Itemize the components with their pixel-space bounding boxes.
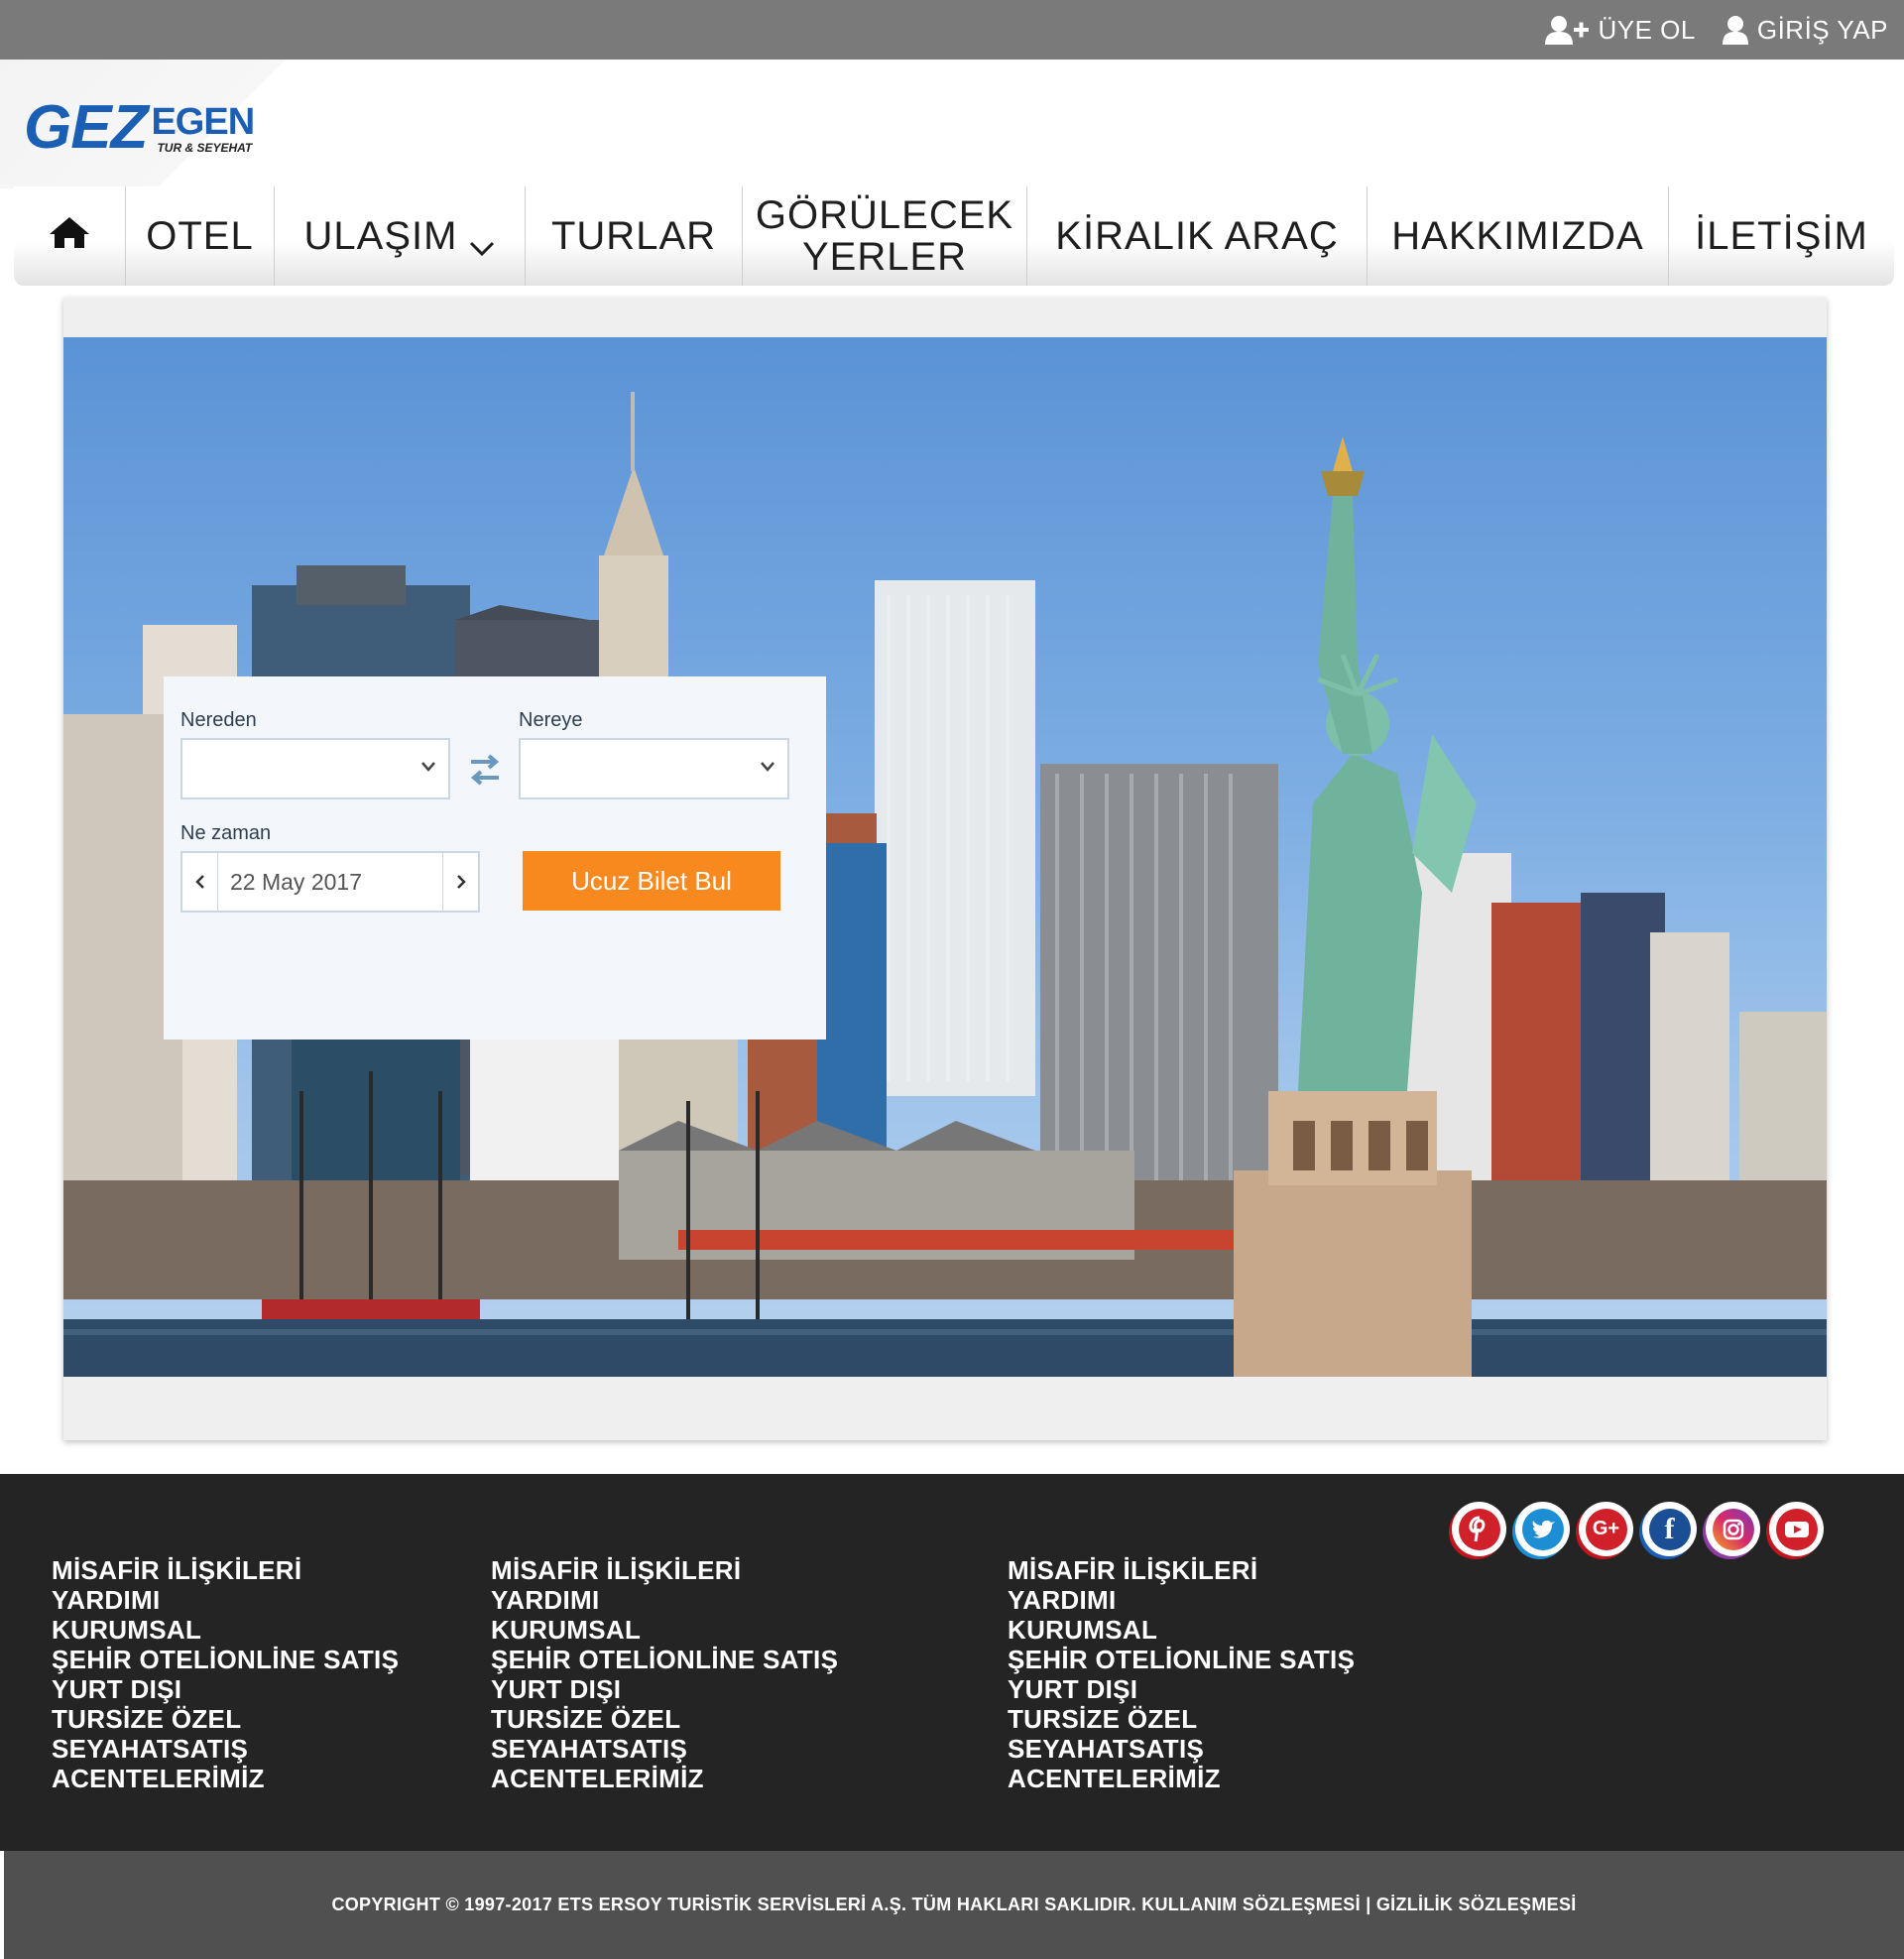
date-picker: 22 May 2017 bbox=[180, 851, 480, 913]
footer-link-guest-relations[interactable]: MİSAFİR İLİŞKİLERİ bbox=[491, 1555, 838, 1585]
youtube-icon bbox=[1775, 1508, 1818, 1550]
chevron-left-icon bbox=[194, 875, 204, 889]
pinterest-icon bbox=[1458, 1508, 1500, 1550]
footer-link-travel-sales[interactable]: SEYAHATSATIŞ bbox=[52, 1734, 399, 1764]
home-icon bbox=[48, 215, 91, 257]
footer-link-abroad[interactable]: YURT DIŞI bbox=[1008, 1674, 1355, 1704]
chevron-right-icon bbox=[456, 875, 466, 889]
nav-otel[interactable]: OTEL bbox=[126, 186, 275, 286]
footer-link-travel-sales[interactable]: SEYAHATSATIŞ bbox=[1008, 1734, 1355, 1764]
site-logo[interactable]: GEZ EGEN TUR & SEYEHAT bbox=[24, 93, 255, 162]
google-plus-link[interactable]: G+ bbox=[1579, 1502, 1633, 1556]
footer-link-guest-relations[interactable]: MİSAFİR İLİŞKİLERİ bbox=[52, 1555, 399, 1585]
footer-link-help[interactable]: YARDIMI bbox=[491, 1585, 838, 1615]
footer-column-1: MİSAFİR İLİŞKİLERİ YARDIMI KURUMSAL ŞEHİ… bbox=[52, 1555, 399, 1793]
to-label: Nereye bbox=[519, 709, 583, 731]
copyright-bar: COPYRIGHT © 1997-2017 ETS ERSOY TURİSTİK… bbox=[4, 1851, 1904, 1959]
footer-link-abroad[interactable]: YURT DIŞI bbox=[491, 1674, 838, 1704]
instagram-icon bbox=[1712, 1508, 1754, 1550]
instagram-link[interactable] bbox=[1706, 1502, 1760, 1556]
account-links: ÜYE OL GİRİŞ YAP bbox=[1544, 0, 1888, 60]
footer-link-tours-special[interactable]: TURSİZE ÖZEL bbox=[491, 1704, 838, 1734]
logo-secondary: EGEN TUR & SEYEHAT bbox=[151, 101, 255, 155]
from-select[interactable] bbox=[180, 738, 450, 799]
nav-kiralik-arac-label: KİRALIK ARAÇ bbox=[1055, 214, 1339, 258]
nav-kiralik-arac[interactable]: KİRALIK ARAÇ bbox=[1027, 186, 1368, 286]
youtube-link[interactable] bbox=[1769, 1502, 1824, 1556]
find-cheap-ticket-button[interactable]: Ucuz Bilet Bul bbox=[523, 851, 780, 911]
twitter-icon bbox=[1521, 1508, 1564, 1550]
copyright-text: COPYRIGHT © 1997-2017 ETS ERSOY TURİSTİK… bbox=[331, 1895, 1577, 1914]
facebook-link[interactable]: f bbox=[1642, 1502, 1697, 1556]
pinterest-link[interactable] bbox=[1452, 1502, 1506, 1556]
nav-gorulecek-yerler[interactable]: GÖRÜLECEK YERLER bbox=[743, 186, 1027, 286]
nav-turlar-label: TURLAR bbox=[550, 214, 717, 258]
nav-hakkimizda-label: HAKKIMIZDA bbox=[1391, 214, 1644, 258]
footer-link-help[interactable]: YARDIMI bbox=[1008, 1585, 1355, 1615]
to-select[interactable] bbox=[519, 738, 789, 799]
footer-link-city-hotel-online-sales[interactable]: ŞEHİR OTELİONLİNE SATIŞ bbox=[52, 1645, 399, 1674]
from-label: Nereden bbox=[180, 709, 257, 731]
footer-link-agencies[interactable]: ACENTELERİMİZ bbox=[52, 1764, 399, 1793]
chevron-down-icon bbox=[760, 760, 775, 778]
top-bar: ÜYE OL GİRİŞ YAP bbox=[0, 0, 1904, 60]
footer-link-corporate[interactable]: KURUMSAL bbox=[491, 1615, 838, 1645]
nav-turlar[interactable]: TURLAR bbox=[526, 186, 743, 286]
footer-column-2: MİSAFİR İLİŞKİLERİ YARDIMI KURUMSAL ŞEHİ… bbox=[491, 1555, 838, 1793]
date-value[interactable]: 22 May 2017 bbox=[230, 869, 362, 896]
register-link[interactable]: ÜYE OL bbox=[1544, 15, 1695, 46]
chevron-down-icon bbox=[420, 760, 436, 778]
footer-link-help[interactable]: YARDIMI bbox=[52, 1585, 399, 1615]
nav-otel-label: OTEL bbox=[146, 214, 254, 258]
logo-tagline: TUR & SEYEHAT bbox=[157, 141, 253, 155]
footer-link-travel-sales[interactable]: SEYAHATSATIŞ bbox=[491, 1734, 838, 1764]
nav-hakkimizda[interactable]: HAKKIMIZDA bbox=[1368, 186, 1669, 286]
logo-main-text: GEZ bbox=[24, 93, 148, 162]
footer-link-tours-special[interactable]: TURSİZE ÖZEL bbox=[1008, 1704, 1355, 1734]
footer-link-city-hotel-online-sales[interactable]: ŞEHİR OTELİONLİNE SATIŞ bbox=[491, 1645, 838, 1674]
twitter-link[interactable] bbox=[1515, 1502, 1570, 1556]
footer-link-tours-special[interactable]: TURSİZE ÖZEL bbox=[52, 1704, 399, 1734]
footer-link-agencies[interactable]: ACENTELERİMİZ bbox=[491, 1764, 838, 1793]
previous-day-button[interactable] bbox=[182, 853, 218, 911]
next-day-button[interactable] bbox=[442, 853, 478, 911]
nav-ulasim-label: ULAŞIM bbox=[303, 214, 458, 258]
footer-link-guest-relations[interactable]: MİSAFİR İLİŞKİLERİ bbox=[1008, 1555, 1355, 1585]
footer-link-corporate[interactable]: KURUMSAL bbox=[52, 1615, 399, 1645]
user-icon bbox=[1722, 15, 1749, 45]
footer-link-city-hotel-online-sales[interactable]: ŞEHİR OTELİONLİNE SATIŞ bbox=[1008, 1645, 1355, 1674]
add-user-icon bbox=[1544, 15, 1590, 45]
facebook-icon: f bbox=[1648, 1508, 1691, 1550]
footer-link-agencies[interactable]: ACENTELERİMİZ bbox=[1008, 1764, 1355, 1793]
nav-iletisim[interactable]: İLETİŞİM bbox=[1669, 186, 1894, 286]
nav-iletisim-label: İLETİŞİM bbox=[1695, 214, 1868, 258]
date-label: Ne zaman bbox=[180, 822, 272, 844]
nav-ulasim[interactable]: ULAŞIM bbox=[275, 186, 526, 286]
nav-gorulecek-yerler-label: GÖRÜLECEK YERLER bbox=[755, 193, 1014, 279]
footer-column-3: MİSAFİR İLİŞKİLERİ YARDIMI KURUMSAL ŞEHİ… bbox=[1008, 1555, 1355, 1793]
chevron-down-icon bbox=[469, 223, 495, 265]
login-link[interactable]: GİRİŞ YAP bbox=[1722, 15, 1888, 46]
nav-home[interactable] bbox=[14, 186, 126, 286]
main-nav: OTEL ULAŞIM TURLAR GÖRÜLECEK YERLER KİRA… bbox=[14, 186, 1894, 286]
google-plus-icon: G+ bbox=[1585, 1508, 1627, 1550]
swap-icon[interactable] bbox=[469, 752, 501, 793]
logo-secondary-text: EGEN bbox=[151, 101, 255, 143]
social-links: G+ f bbox=[1452, 1502, 1824, 1556]
footer-link-abroad[interactable]: YURT DIŞI bbox=[52, 1674, 399, 1704]
register-label: ÜYE OL bbox=[1598, 14, 1696, 45]
login-label: GİRİŞ YAP bbox=[1756, 14, 1888, 45]
footer-link-corporate[interactable]: KURUMSAL bbox=[1008, 1615, 1355, 1645]
